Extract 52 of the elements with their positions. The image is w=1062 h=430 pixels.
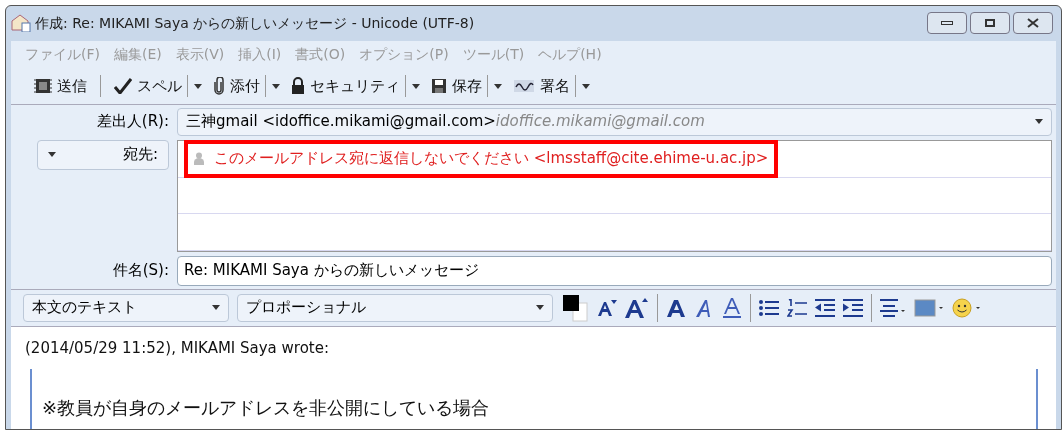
window-title: 作成: Re: MIKAMI Saya からの新しいメッセージ - Unicode (UTF-8) <box>35 13 475 33</box>
signature-icon <box>513 78 535 94</box>
color-picker-icon[interactable] <box>561 292 589 323</box>
recipient-type-dropdown[interactable]: 宛先: <box>37 139 169 170</box>
paperclip-icon <box>213 77 225 95</box>
caret-icon <box>272 83 280 89</box>
attribution-line: (2014/05/29 11:52), MIKAMI Saya wrote: <box>25 337 331 359</box>
close-button[interactable] <box>1013 12 1053 35</box>
decrease-font-size-icon[interactable] <box>597 297 617 318</box>
caret-icon <box>582 83 590 89</box>
save-icon <box>431 78 447 94</box>
maximize-button[interactable] <box>970 12 1010 35</box>
identity-text: idoffice.mikami@gmail.com <box>495 111 705 133</box>
paragraph-format-dropdown[interactable]: 本文のテキスト <box>23 293 229 322</box>
insert-table-icon[interactable] <box>914 298 944 317</box>
toolbar-button[interactable]: セキュリティ <box>286 74 405 98</box>
toolbar-button[interactable]: 送信 <box>29 74 92 98</box>
numbered-list-icon[interactable] <box>787 298 807 317</box>
smiley-icon[interactable] <box>952 297 982 318</box>
outdent-icon[interactable] <box>815 298 835 317</box>
align-icon[interactable] <box>880 298 906 317</box>
subject-label: 件名(S): <box>111 260 169 282</box>
minimize-button[interactable] <box>927 12 967 35</box>
close-icon <box>1027 18 1039 29</box>
person-icon <box>194 152 204 165</box>
caret-icon <box>212 305 220 310</box>
bold-icon[interactable] <box>666 297 686 318</box>
message-body[interactable]: (2014/05/29 11:52), MIKAMI Saya wrote: ※教員が自身のメールアドレスを非公開にしている場合 <box>11 326 1056 429</box>
font-dropdown[interactable]: プロポーショナル <box>237 293 553 322</box>
recipient-address[interactable]: このメールアドレス宛に返信しないでください <lmsstaff@cite.ehime-u.ac.jp> <box>214 147 769 170</box>
indent-icon[interactable] <box>843 298 863 317</box>
toolbar-button[interactable]: 添付 <box>208 74 265 98</box>
send-icon <box>34 77 52 95</box>
increase-font-size-icon[interactable] <box>625 296 649 319</box>
caret-icon <box>1035 119 1043 124</box>
caret-icon <box>412 83 420 89</box>
lock-icon <box>291 77 305 95</box>
caret-icon <box>194 83 202 89</box>
from-label: 差出人(R): <box>95 111 169 133</box>
toolbar-button[interactable]: スペル <box>109 74 187 98</box>
from-dropdown[interactable]: 三神gmail <idoffice.mikami@gmail.com>idoffice.mikami@gmail.com <box>177 107 1052 136</box>
caret-icon <box>494 83 502 89</box>
toolbar-button[interactable]: 保存 <box>426 74 487 98</box>
subject-field[interactable]: Re: MIKAMI Saya からの新しいメッセージ <box>177 255 1052 286</box>
quoted-text: ※教員が自身のメールアドレスを非公開にしている場合 <box>42 397 491 419</box>
envelope-icon <box>11 14 31 33</box>
toolbar-button[interactable]: 署名 <box>508 74 575 98</box>
bullet-list-icon[interactable] <box>759 298 779 317</box>
caret-icon <box>48 152 56 157</box>
underline-icon[interactable] <box>722 296 742 319</box>
caret-icon <box>536 305 544 310</box>
checkmark-icon <box>114 78 132 94</box>
